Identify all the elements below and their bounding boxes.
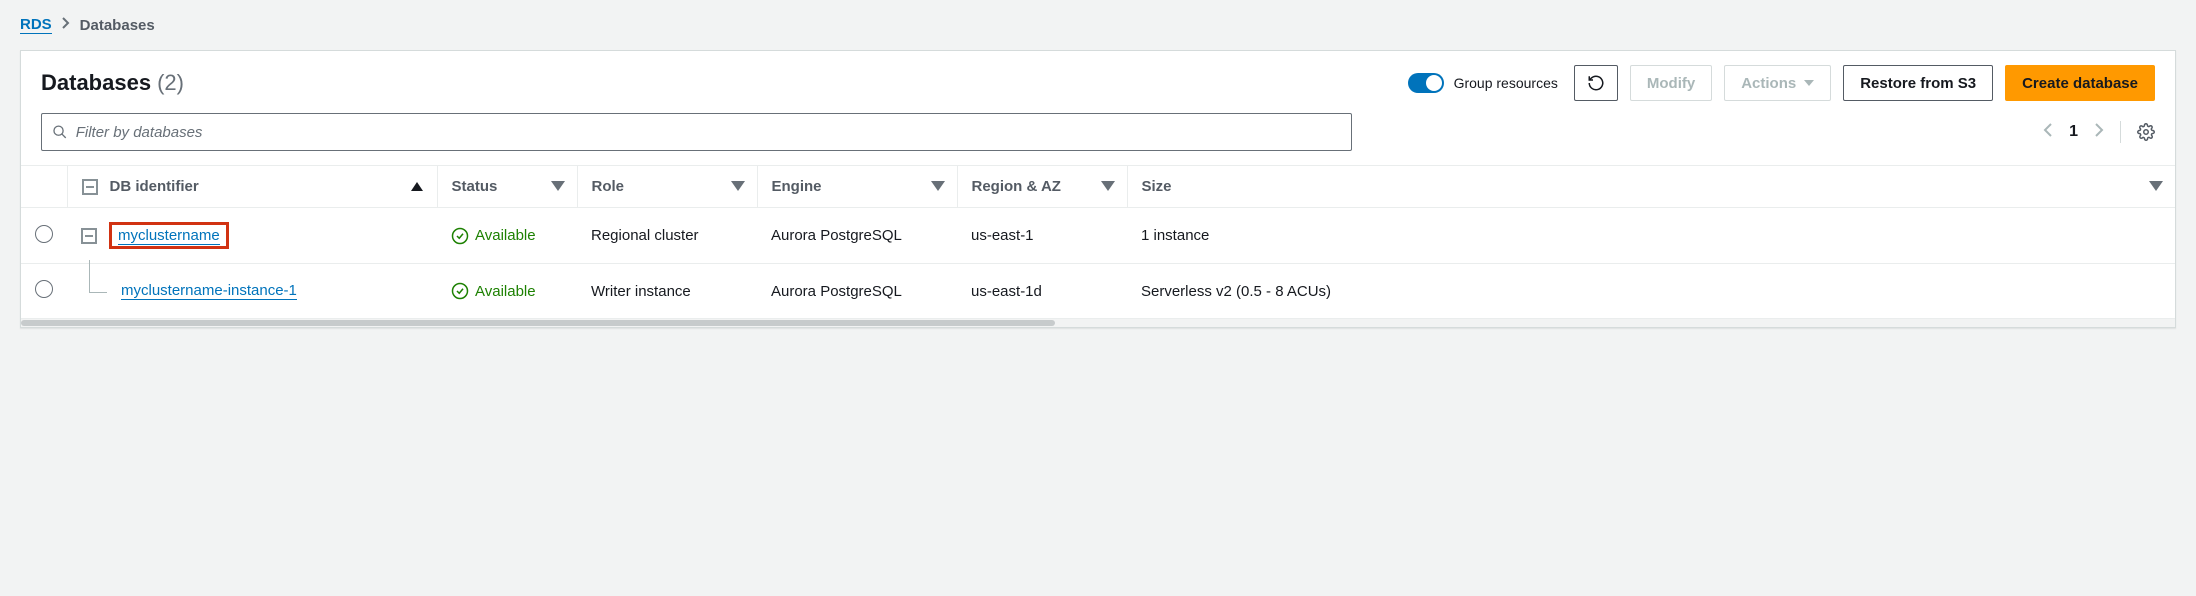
tree-line-icon: [81, 278, 109, 304]
restore-from-s3-button[interactable]: Restore from S3: [1843, 65, 1993, 101]
col-status[interactable]: Status: [437, 166, 577, 208]
filter-icon: [933, 183, 943, 191]
col-size-label: Size: [1142, 178, 1172, 195]
col-identifier[interactable]: DB identifier: [67, 166, 437, 208]
filter-input-wrap[interactable]: [41, 113, 1352, 151]
filter-input[interactable]: [76, 124, 1341, 141]
status-text: Available: [475, 283, 536, 300]
modify-label: Modify: [1647, 75, 1695, 92]
table-wrap: DB identifier Status: [21, 165, 2175, 319]
breadcrumb-root-link[interactable]: RDS: [20, 16, 52, 34]
filter-row: 1: [21, 113, 2175, 165]
refresh-button[interactable]: [1574, 65, 1618, 101]
settings-button[interactable]: [2137, 123, 2155, 141]
col-region[interactable]: Region & AZ: [957, 166, 1127, 208]
filter-icon: [2151, 183, 2161, 191]
pager: 1: [2043, 121, 2155, 143]
panel-header: Databases (2) Group resources Modify Act…: [21, 51, 2175, 113]
databases-panel: Databases (2) Group resources Modify Act…: [20, 50, 2176, 328]
restore-label: Restore from S3: [1860, 75, 1976, 92]
create-label: Create database: [2022, 75, 2138, 92]
region-cell: us-east-1: [957, 208, 1127, 264]
row-select-radio[interactable]: [35, 280, 53, 298]
engine-cell: Aurora PostgreSQL: [757, 208, 957, 264]
col-role-label: Role: [592, 178, 625, 195]
gear-icon: [2137, 123, 2155, 141]
page-title: Databases (2): [41, 70, 184, 96]
search-icon: [52, 124, 68, 140]
col-identifier-label: DB identifier: [110, 178, 199, 195]
check-circle-icon: [451, 282, 469, 300]
pager-prev: [2043, 122, 2053, 143]
actions-button: Actions: [1724, 65, 1831, 101]
title-count: (2): [157, 70, 184, 96]
check-circle-icon: [451, 227, 469, 245]
status-badge: Available: [451, 227, 563, 245]
filter-icon: [733, 183, 743, 191]
modify-button: Modify: [1630, 65, 1712, 101]
horizontal-scrollbar[interactable]: [21, 319, 2175, 327]
col-engine[interactable]: Engine: [757, 166, 957, 208]
header-actions: Group resources Modify Actions Restore f…: [1408, 65, 2155, 101]
breadcrumb-current: Databases: [80, 17, 155, 34]
pager-next: [2094, 122, 2104, 143]
chevron-right-icon: [62, 16, 70, 34]
refresh-icon: [1587, 74, 1605, 92]
group-resources-label: Group resources: [1454, 75, 1558, 91]
status-text: Available: [475, 227, 536, 244]
sort-asc-icon: [411, 182, 423, 191]
role-cell: Writer instance: [577, 264, 757, 319]
table-row: myclustername Available Regional cluster…: [21, 208, 2175, 264]
region-cell: us-east-1d: [957, 264, 1127, 319]
collapse-all-icon[interactable]: [82, 179, 98, 195]
col-role[interactable]: Role: [577, 166, 757, 208]
size-cell: 1 instance: [1127, 208, 2175, 264]
col-size[interactable]: Size: [1127, 166, 2175, 208]
pager-page: 1: [2069, 123, 2078, 141]
status-badge: Available: [451, 282, 563, 300]
col-region-label: Region & AZ: [972, 178, 1061, 195]
col-engine-label: Engine: [772, 178, 822, 195]
create-database-button[interactable]: Create database: [2005, 65, 2155, 101]
engine-cell: Aurora PostgreSQL: [757, 264, 957, 319]
breadcrumb: RDS Databases: [20, 16, 2176, 34]
highlight-box: myclustername: [109, 222, 229, 249]
filter-icon: [553, 183, 563, 191]
caret-down-icon: [1804, 80, 1814, 86]
size-cell: Serverless v2 (0.5 - 8 ACUs): [1127, 264, 2175, 319]
table-row: myclustername-instance-1 Available Write…: [21, 264, 2175, 319]
filter-icon: [1103, 183, 1113, 191]
col-select: [21, 166, 67, 208]
db-identifier-link[interactable]: myclustername: [118, 227, 220, 245]
db-identifier-link[interactable]: myclustername-instance-1: [121, 282, 297, 300]
role-cell: Regional cluster: [577, 208, 757, 264]
title-text: Databases: [41, 70, 151, 96]
group-resources-toggle[interactable]: [1408, 73, 1444, 93]
databases-table: DB identifier Status: [21, 165, 2175, 319]
actions-label: Actions: [1741, 75, 1796, 92]
col-status-label: Status: [452, 178, 498, 195]
divider: [2120, 121, 2121, 143]
row-select-radio[interactable]: [35, 225, 53, 243]
collapse-icon[interactable]: [81, 228, 97, 244]
group-resources-toggle-wrap: Group resources: [1408, 73, 1558, 93]
